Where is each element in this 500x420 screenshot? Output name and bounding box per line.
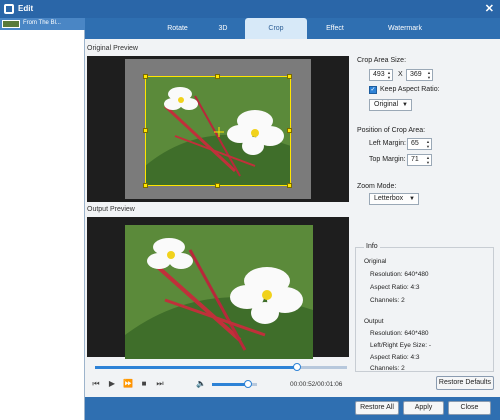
top-margin-stepper[interactable]: 71 ▲ ▼ — [407, 154, 432, 166]
original-heading: Original — [364, 258, 387, 265]
seek-progress — [95, 366, 297, 369]
output-preview-label: Output Preview — [87, 206, 135, 213]
crop-area-size-label: Crop Area Size: — [357, 57, 407, 64]
crop-handle[interactable] — [287, 128, 292, 133]
original-resolution: Resolution: 640*480 — [370, 271, 429, 278]
zoom-mode-label: Zoom Mode: — [357, 183, 397, 190]
seek-bar[interactable] — [95, 363, 347, 371]
flower-image — [125, 225, 313, 359]
seek-handle[interactable] — [292, 363, 301, 371]
output-video-frame — [125, 225, 313, 359]
left-margin-value: 65 — [411, 140, 419, 147]
crop-height-value: 369 — [410, 71, 422, 78]
tab-rotate[interactable]: Rotate — [155, 18, 200, 39]
close-button[interactable]: Close — [448, 401, 491, 415]
output-resolution: Resolution: 640*480 — [370, 330, 429, 337]
play-icon[interactable]: ▶ — [107, 379, 117, 389]
fast-forward-icon[interactable]: ⏩ — [123, 379, 133, 389]
original-frame — [125, 59, 311, 199]
restore-defaults-button[interactable]: Restore Defaults — [436, 376, 494, 390]
crop-frame[interactable] — [145, 76, 291, 186]
output-channels: Channels: 2 — [370, 365, 405, 372]
window-title: Edit — [18, 4, 34, 13]
original-channels: Channels: 2 — [370, 297, 405, 304]
tab-3d[interactable]: 3D — [203, 18, 243, 39]
info-panel: Info Original Resolution: 640*480 Aspect… — [355, 243, 494, 372]
zoom-mode-value: Letterbox — [374, 195, 404, 202]
zoom-mode-select[interactable]: Letterbox ▼ — [369, 193, 419, 205]
title-bar: Edit ✕ — [0, 0, 500, 18]
restore-all-button[interactable]: Restore All — [355, 401, 399, 415]
volume-icon[interactable]: 🔈 — [196, 379, 206, 389]
edit-tabs: Rotate 3D Crop Effect Watermark — [85, 18, 500, 39]
stepper-arrows-icon[interactable]: ▲ ▼ — [426, 155, 430, 165]
volume-slider[interactable] — [212, 380, 257, 388]
crop-handle[interactable] — [287, 183, 292, 188]
output-eye-size: Left/Right Eye Size: - — [370, 342, 432, 349]
crop-panel: Original Preview Output Preview ⏮ ▶ ⏩ ■ … — [85, 39, 500, 397]
volume-level — [212, 383, 248, 386]
top-margin-value: 71 — [411, 156, 419, 163]
chevron-down-icon: ▼ — [402, 102, 408, 108]
file-name: From The Bl... — [23, 20, 61, 26]
file-list-item[interactable]: From The Bl... — [0, 18, 85, 30]
stepper-arrows-icon[interactable]: ▲ ▼ — [426, 139, 430, 149]
crop-handle[interactable] — [215, 183, 220, 188]
stepper-arrows-icon[interactable]: ▲ ▼ — [427, 70, 431, 80]
original-preview-label: Original Preview — [87, 45, 138, 52]
crop-center-icon[interactable] — [214, 127, 224, 137]
skip-start-icon[interactable]: ⏮ — [91, 379, 101, 389]
crop-size-separator: X — [398, 71, 403, 78]
crop-handle[interactable] — [143, 128, 148, 133]
dialog-footer: Restore All Apply Close — [85, 397, 500, 420]
left-margin-label: Left Margin: — [369, 140, 406, 147]
original-preview — [87, 56, 349, 202]
crop-handle[interactable] — [143, 74, 148, 79]
top-margin-label: Top Margin: — [369, 156, 406, 163]
crop-handle[interactable] — [143, 183, 148, 188]
apply-button[interactable]: Apply — [403, 401, 444, 415]
position-label: Position of Crop Area: — [357, 127, 426, 134]
original-aspect-ratio: Aspect Ratio: 4:3 — [370, 284, 420, 291]
time-readout: 00:00:52/00:01:06 — [290, 381, 343, 388]
chevron-down-icon: ▼ — [409, 196, 415, 202]
file-list-sidebar: From The Bl... — [0, 18, 85, 420]
app-edit-icon — [4, 4, 14, 14]
crop-handle[interactable] — [287, 74, 292, 79]
close-icon[interactable]: ✕ — [485, 2, 494, 15]
stop-icon[interactable]: ■ — [139, 379, 149, 389]
tab-watermark[interactable]: Watermark — [370, 18, 440, 39]
aspect-ratio-select[interactable]: Original ▼ — [369, 99, 412, 111]
crop-height-stepper[interactable]: 369 ▲ ▼ — [406, 69, 433, 81]
keep-aspect-checkbox[interactable]: ✓ — [369, 86, 377, 94]
crop-width-stepper[interactable]: 493 ▲ ▼ — [369, 69, 393, 81]
aspect-ratio-value: Original — [374, 101, 399, 108]
volume-handle[interactable] — [244, 380, 252, 388]
left-margin-stepper[interactable]: 65 ▲ ▼ — [407, 138, 432, 150]
output-aspect-ratio: Aspect Ratio: 4:3 — [370, 354, 420, 361]
crop-width-value: 493 — [373, 71, 385, 78]
info-title: Info — [364, 243, 380, 250]
crop-handle[interactable] — [215, 74, 220, 79]
tab-crop[interactable]: Crop — [245, 18, 307, 39]
keep-aspect-label: Keep Aspect Ratio: — [380, 86, 440, 93]
tab-effect[interactable]: Effect — [310, 18, 360, 39]
stepper-arrows-icon[interactable]: ▲ ▼ — [387, 70, 391, 80]
skip-end-icon[interactable]: ⏭ — [155, 379, 165, 389]
output-preview — [87, 217, 349, 359]
output-heading: Output — [364, 318, 384, 325]
file-thumbnail — [2, 20, 20, 28]
